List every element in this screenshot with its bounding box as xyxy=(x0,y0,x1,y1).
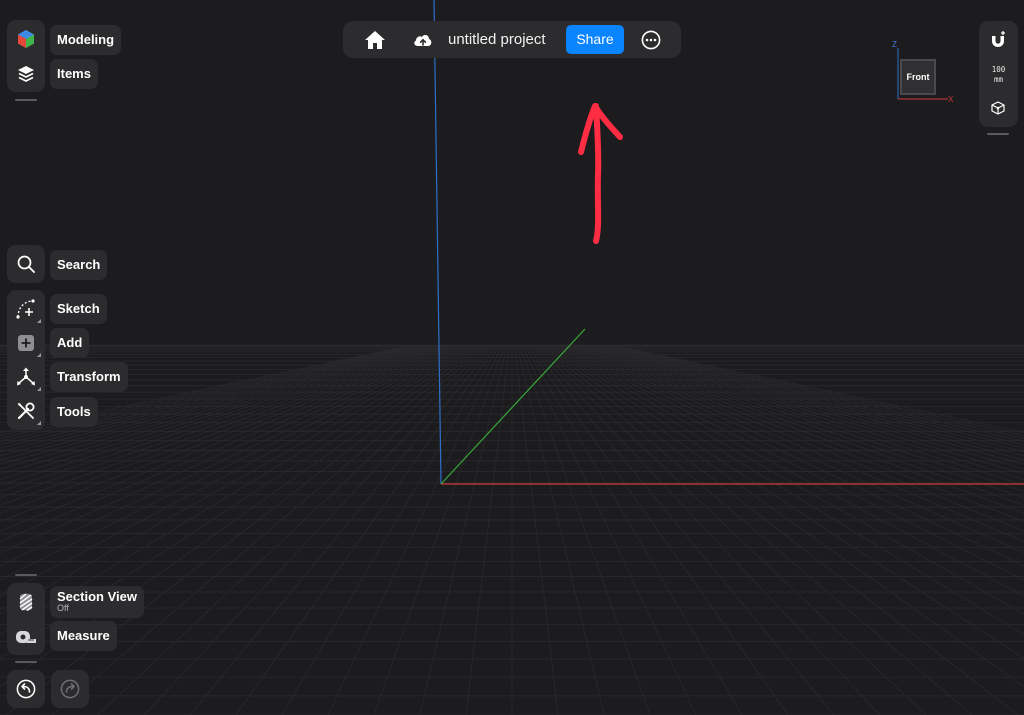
cloud-upload-icon xyxy=(414,34,432,46)
submenu-indicator xyxy=(37,353,41,357)
redo-icon xyxy=(60,679,80,699)
undo-panel xyxy=(7,670,45,708)
cloud-sync-button[interactable] xyxy=(405,23,441,57)
submenu-indicator xyxy=(37,421,41,425)
transform-button[interactable] xyxy=(8,360,44,394)
home-icon xyxy=(365,31,385,49)
section-view-title: Section View xyxy=(57,589,137,604)
modeling-label[interactable]: Modeling xyxy=(50,25,122,55)
modeling-cube-icon xyxy=(18,30,34,48)
section-view-icon xyxy=(19,593,33,612)
sketch-button[interactable] xyxy=(8,292,44,326)
search-label[interactable]: Search xyxy=(50,250,108,280)
workspace-panel xyxy=(7,20,45,92)
annotation-arrow xyxy=(578,103,623,244)
section-view-state: Off xyxy=(57,603,69,613)
items-button[interactable] xyxy=(8,57,44,91)
add-icon xyxy=(18,335,34,351)
search-button[interactable] xyxy=(8,247,44,281)
modeling-button[interactable] xyxy=(8,22,44,56)
layers-icon xyxy=(18,66,34,82)
snap-button[interactable] xyxy=(980,23,1016,57)
submenu-indicator xyxy=(37,319,41,323)
project-title[interactable]: untitled project xyxy=(448,21,546,58)
items-label[interactable]: Items xyxy=(50,59,98,89)
tools-panel xyxy=(7,290,45,430)
ground-grid xyxy=(0,344,1024,715)
redo-panel xyxy=(51,670,89,708)
home-button[interactable] xyxy=(357,23,393,57)
cube-icon xyxy=(991,101,1005,115)
share-button[interactable]: Share xyxy=(566,25,624,54)
redo-button[interactable] xyxy=(52,672,88,706)
grid-size-button[interactable]: 100 mm xyxy=(979,65,1018,85)
grid-size-unit: mm xyxy=(993,75,1004,84)
top-toolbar: untitled project Share xyxy=(343,21,681,58)
add-button[interactable] xyxy=(8,326,44,360)
undo-button[interactable] xyxy=(8,672,44,706)
viewcube-front-face[interactable]: Front xyxy=(900,59,936,95)
measure-label[interactable]: Measure xyxy=(50,621,117,651)
transform-label[interactable]: Transform xyxy=(50,362,128,392)
undo-icon xyxy=(16,679,36,699)
divider xyxy=(15,99,37,101)
inspect-panel xyxy=(7,583,45,655)
section-view-label[interactable]: Section View Off xyxy=(50,586,144,618)
grid-size-value: 100 xyxy=(991,65,1006,74)
viewcube[interactable]: Front xyxy=(897,56,939,98)
sketch-label[interactable]: Sketch xyxy=(50,294,107,324)
divider xyxy=(15,661,37,663)
submenu-indicator xyxy=(37,387,41,391)
tools-button[interactable] xyxy=(8,394,44,428)
wrench-screwdriver-icon xyxy=(17,402,35,420)
measure-button[interactable] xyxy=(8,620,44,654)
more-options-button[interactable] xyxy=(633,23,669,57)
magnet-snap-icon xyxy=(992,31,1005,47)
divider xyxy=(987,133,1009,135)
transform-icon xyxy=(17,367,35,386)
section-view-button[interactable] xyxy=(8,585,44,619)
divider xyxy=(15,574,37,576)
search-panel xyxy=(7,245,45,283)
add-label[interactable]: Add xyxy=(50,328,90,358)
search-icon xyxy=(17,255,35,273)
sketch-icon xyxy=(16,299,35,319)
viewcube-x-label: X xyxy=(948,95,954,104)
ellipsis-circle-icon xyxy=(641,30,661,50)
viewport-canvas[interactable] xyxy=(0,0,1024,715)
tape-measure-icon xyxy=(16,631,36,643)
z-axis-line xyxy=(433,0,442,485)
snap-panel: 100 mm xyxy=(979,21,1018,127)
viewcube-z-label: Z xyxy=(892,40,897,49)
view-mode-button[interactable] xyxy=(980,91,1016,125)
tools-label[interactable]: Tools xyxy=(50,397,98,427)
